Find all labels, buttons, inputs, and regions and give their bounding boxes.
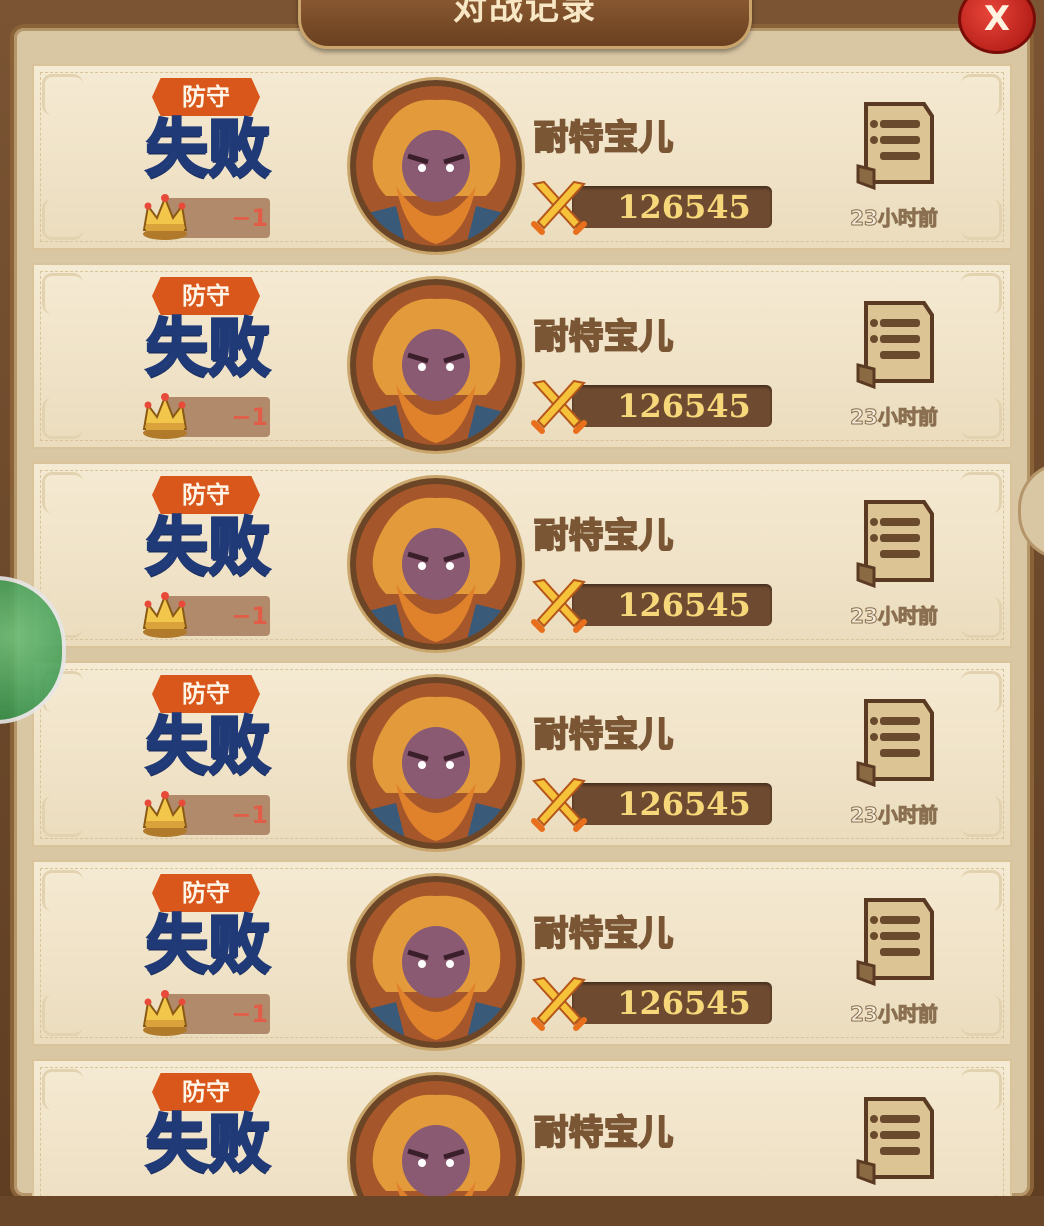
record-row[interactable]: 防守 失败 −1 耐特宝儿 126545 23小时前: [32, 860, 1012, 1048]
corner-ornament: [42, 1069, 83, 1110]
time-ago: 23小时前: [850, 206, 939, 231]
record-list[interactable]: 防守 失败 −1 耐特宝儿 126545 23小时前 防守 失败 −1 耐特宝儿…: [32, 64, 1012, 1196]
corner-ornament: [961, 74, 1002, 115]
opponent-name: 耐特宝儿: [533, 913, 674, 955]
opponent-name: 耐特宝儿: [533, 117, 674, 159]
corner-ornament: [961, 870, 1002, 911]
power-value: 126545: [617, 984, 751, 1022]
corner-ornament: [961, 796, 1002, 837]
battle-result: 失败: [144, 1107, 271, 1180]
hero-portrait-icon: [356, 484, 516, 644]
opponent-avatar[interactable]: [350, 876, 522, 1048]
battle-type-tag: 防守: [152, 476, 260, 514]
opponent-name: 耐特宝儿: [533, 515, 674, 557]
corner-ornament: [42, 273, 83, 314]
hero-portrait-icon: [356, 1081, 516, 1196]
corner-ornament: [961, 671, 1002, 712]
battle-type-tag: 防守: [152, 277, 260, 315]
replay-scroll-icon[interactable]: [852, 695, 938, 791]
battle-result: 失败: [144, 709, 271, 782]
record-row[interactable]: 防守 失败 −1 耐特宝儿 126545 23小时前: [32, 263, 1012, 451]
replay-scroll-icon[interactable]: [852, 1093, 938, 1189]
corner-ornament: [42, 472, 83, 513]
hero-portrait-icon: [356, 285, 516, 445]
time-ago: 23小时前: [850, 803, 939, 828]
opponent-name: 耐特宝儿: [533, 714, 674, 756]
crown-delta-value: −1: [231, 602, 268, 630]
replay-scroll-icon[interactable]: [852, 297, 938, 393]
opponent-avatar[interactable]: [350, 677, 522, 849]
crossed-swords-icon: [531, 379, 587, 434]
corner-ornament: [961, 472, 1002, 513]
opponent-avatar[interactable]: [350, 80, 522, 252]
opponent-avatar[interactable]: [350, 478, 522, 650]
corner-ornament: [961, 1069, 1002, 1110]
corner-ornament: [961, 199, 1002, 240]
corner-ornament: [42, 74, 83, 115]
battle-record-panel: 防守 失败 −1 耐特宝儿 126545 23小时前 防守 失败 −1 耐特宝儿…: [14, 28, 1030, 1196]
crown-delta-value: −1: [231, 801, 268, 829]
title-banner: 对战记录: [298, 0, 752, 49]
corner-ornament: [42, 870, 83, 911]
hero-portrait-icon: [356, 683, 516, 843]
crossed-swords-icon: [531, 180, 587, 235]
time-ago: 23小时前: [850, 405, 939, 430]
opponent-avatar[interactable]: [350, 1075, 522, 1196]
corner-ornament: [961, 273, 1002, 314]
corner-ornament: [961, 995, 1002, 1036]
close-icon: X: [983, 0, 1011, 39]
record-row[interactable]: 防守 失败 耐特宝儿: [32, 1059, 1012, 1196]
corner-ornament: [42, 796, 83, 837]
power-value: 126545: [617, 586, 751, 624]
crossed-swords-icon: [531, 976, 587, 1031]
replay-scroll-icon[interactable]: [852, 894, 938, 990]
power-value: 126545: [617, 387, 751, 425]
crown-delta-value: −1: [231, 1000, 268, 1028]
crown-delta-value: −1: [231, 403, 268, 431]
replay-scroll-icon[interactable]: [852, 98, 938, 194]
power-value: 126545: [617, 188, 751, 226]
battle-type-tag: 防守: [152, 675, 260, 713]
battle-type-tag: 防守: [152, 1073, 260, 1111]
battle-result: 失败: [144, 510, 271, 583]
time-ago: 23小时前: [850, 604, 939, 629]
battle-type-tag: 防守: [152, 78, 260, 116]
corner-ornament: [42, 199, 83, 240]
record-row[interactable]: 防守 失败 −1 耐特宝儿 126545 23小时前: [32, 64, 1012, 252]
battle-result: 失败: [144, 311, 271, 384]
battle-result: 失败: [144, 112, 271, 185]
record-row[interactable]: 防守 失败 −1 耐特宝儿 126545 23小时前: [32, 462, 1012, 650]
battle-type-tag: 防守: [152, 874, 260, 912]
crossed-swords-icon: [531, 777, 587, 832]
opponent-avatar[interactable]: [350, 279, 522, 451]
opponent-name: 耐特宝儿: [533, 1112, 674, 1154]
bottom-frame-edge: [0, 1196, 1044, 1226]
crossed-swords-icon: [531, 578, 587, 633]
power-value: 126545: [617, 785, 751, 823]
page-title: 对战记录: [453, 0, 597, 28]
replay-scroll-icon[interactable]: [852, 496, 938, 592]
record-row[interactable]: 防守 失败 −1 耐特宝儿 126545 23小时前: [32, 661, 1012, 849]
corner-ornament: [42, 995, 83, 1036]
opponent-name: 耐特宝儿: [533, 316, 674, 358]
corner-ornament: [961, 597, 1002, 638]
crown-delta-value: −1: [231, 204, 268, 232]
hero-portrait-icon: [356, 882, 516, 1042]
time-ago: 23小时前: [850, 1002, 939, 1027]
corner-ornament: [42, 398, 83, 439]
corner-ornament: [961, 398, 1002, 439]
hero-portrait-icon: [356, 86, 516, 246]
battle-result: 失败: [144, 908, 271, 981]
